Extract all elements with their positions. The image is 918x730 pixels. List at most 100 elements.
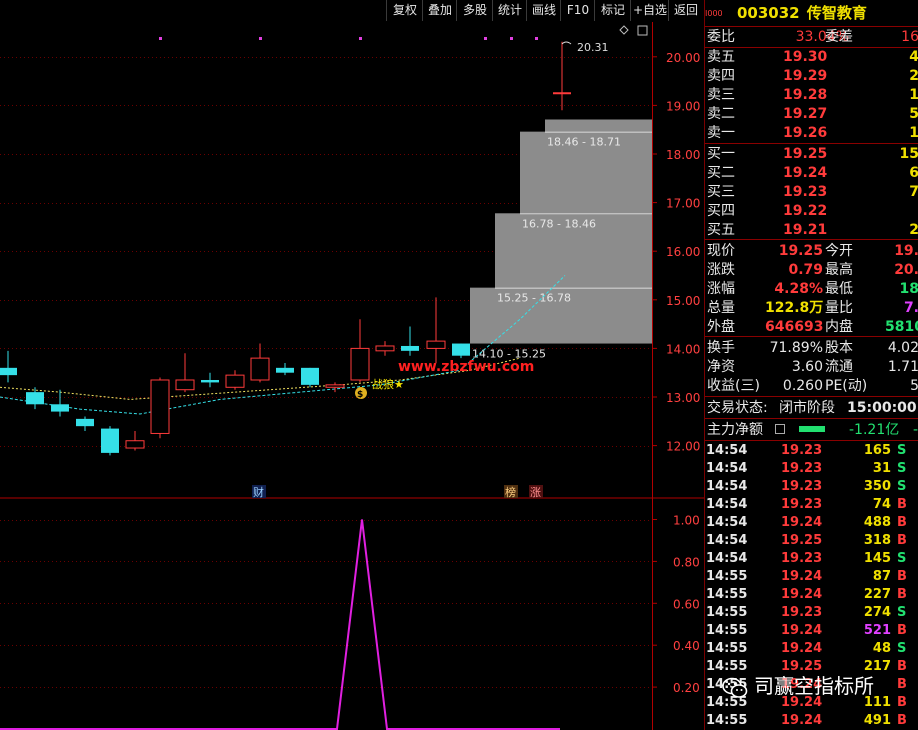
tick-time: 14:54 bbox=[706, 497, 748, 512]
tick-row: 14:55 19.23 274 S bbox=[705, 604, 918, 622]
sell-level-price: 19.29 bbox=[783, 68, 828, 84]
quote-value: 18 bbox=[899, 281, 918, 297]
tick-side: B bbox=[897, 587, 907, 602]
quote-panel: I000 003032 传智教育 委比 33.04% 委差 16 卖五 19.30… bbox=[704, 0, 918, 730]
tick-vol: 488 bbox=[863, 515, 891, 530]
kline-chart[interactable]: 18.46 - 18.71 16.78 - 18.46 15.25 - 16.78 1… bbox=[0, 0, 704, 730]
sell-level-volume: 2 bbox=[885, 67, 918, 85]
tick-price: 19.23 bbox=[781, 443, 823, 458]
tick-side: B bbox=[897, 497, 907, 512]
candle-body bbox=[375, 345, 395, 352]
main-force-dash: - bbox=[913, 422, 918, 438]
high-pointer bbox=[561, 41, 572, 45]
tick-time: 14:54 bbox=[706, 533, 748, 548]
tick-price: 19.24 bbox=[781, 713, 823, 728]
tick-time: 14:54 bbox=[706, 461, 748, 476]
quote-value: 5 bbox=[885, 377, 918, 395]
toolbar-tongji-button[interactable]: 统计 bbox=[492, 0, 527, 21]
price-tick-label: 19.00 bbox=[666, 99, 700, 113]
quote-label: 内盘 bbox=[825, 319, 853, 335]
tick-row: 14:55 19.24 87 B bbox=[705, 568, 918, 586]
tick-price: 19.24 bbox=[781, 641, 823, 656]
quote-label: 收益(三) bbox=[707, 378, 760, 394]
signal-dot bbox=[259, 37, 262, 40]
diamond-icon bbox=[619, 25, 629, 35]
price-tick-label: 12.00 bbox=[666, 440, 700, 454]
chip-zone-label: 18.46 - 18.71 bbox=[547, 136, 621, 149]
candle-body bbox=[301, 367, 319, 385]
buy-level-price: 19.23 bbox=[783, 184, 828, 200]
candle-body bbox=[401, 345, 419, 351]
sell-level-label: 卖四 bbox=[707, 68, 735, 84]
list-icon[interactable] bbox=[775, 424, 785, 434]
tick-row: 14:55 19.24 227 B bbox=[705, 586, 918, 604]
tick-side: B bbox=[897, 533, 907, 548]
tick-side: B bbox=[897, 695, 907, 710]
buy-level-price: 19.24 bbox=[783, 165, 828, 181]
candle-body bbox=[426, 340, 446, 349]
quote-label: 换手 bbox=[707, 340, 735, 356]
sell-level-volume: 1 bbox=[885, 86, 918, 104]
tick-time: 14:54 bbox=[706, 479, 748, 494]
candle-body bbox=[0, 367, 17, 376]
tick-side: S bbox=[897, 551, 907, 566]
quote-label: PE(动) bbox=[825, 378, 868, 394]
toolbar-fanhui-button[interactable]: 返回 bbox=[668, 0, 703, 21]
high-label: 20.31 bbox=[577, 41, 609, 54]
quote-value: 122.8万 bbox=[765, 300, 824, 316]
candle-body bbox=[51, 404, 69, 412]
main-force-label: 主力净额 bbox=[707, 422, 763, 438]
quote-value: 1.71 bbox=[887, 359, 918, 375]
tick-side: B bbox=[897, 713, 907, 728]
quote-value: 19.25 bbox=[778, 243, 823, 259]
toolbar-biaoji-button[interactable]: 标记 bbox=[594, 0, 631, 21]
quote-label: 今开 bbox=[825, 243, 853, 259]
indicator-tick-label: 0.40 bbox=[673, 639, 700, 653]
quote-value: 19. bbox=[894, 243, 918, 259]
price-tick-label: 15.00 bbox=[666, 294, 700, 308]
buy-level-label: 买二 bbox=[707, 165, 735, 181]
tick-row: 14:55 19.24 521 B bbox=[705, 622, 918, 640]
quote-label: 最低 bbox=[825, 281, 853, 297]
quote-value: 4.28% bbox=[774, 281, 823, 297]
candle-body bbox=[276, 367, 294, 373]
diff-value: 16 bbox=[901, 29, 918, 45]
sell-level-label: 卖三 bbox=[707, 87, 735, 103]
tick-time: 14:55 bbox=[706, 569, 748, 584]
toolbar-zixuan-button[interactable]: +自选 bbox=[630, 0, 669, 21]
toolbar-f10-button[interactable]: F10 bbox=[560, 0, 595, 21]
tick-time: 14:55 bbox=[706, 587, 748, 602]
buy-level-volume: 7 bbox=[885, 183, 918, 201]
stock-code: 003032 bbox=[737, 4, 800, 22]
toolbar-diejia-button[interactable]: 叠加 bbox=[422, 0, 457, 21]
signal-dot bbox=[535, 37, 538, 40]
tick-side: B bbox=[897, 623, 907, 638]
candle-body bbox=[250, 357, 270, 381]
tick-price: 19.23 bbox=[781, 461, 823, 476]
toolbar-huaxian-button[interactable]: 画线 bbox=[526, 0, 561, 21]
quote-value: 20. bbox=[894, 262, 918, 278]
candle-body bbox=[76, 418, 94, 427]
tick-time: 14:55 bbox=[706, 605, 748, 620]
buy-level-volume: 15 bbox=[899, 146, 918, 162]
trade-status-value: 闭市阶段 bbox=[779, 400, 835, 416]
quote-label: 最高 bbox=[825, 262, 853, 278]
sell-level-label: 卖二 bbox=[707, 106, 735, 122]
indicator-tick-label: 0.80 bbox=[673, 555, 700, 569]
candle-body bbox=[175, 379, 195, 391]
buy-level-label: 买一 bbox=[707, 146, 735, 162]
buy-level-label: 买三 bbox=[707, 184, 735, 200]
tick-side: S bbox=[897, 641, 907, 656]
watermark: 司赢空指标所 bbox=[722, 670, 874, 710]
sell-level-volume: 4 bbox=[885, 48, 918, 66]
quote-value: 4.02 bbox=[887, 340, 918, 356]
toolbar-duogu-button[interactable]: 多股 bbox=[456, 0, 493, 21]
candle-body bbox=[452, 343, 470, 356]
main-force-bar bbox=[799, 426, 825, 432]
toolbar-fuquan-button[interactable]: 复权 bbox=[386, 0, 423, 21]
tick-vol: 274 bbox=[863, 605, 891, 620]
tick-time: 14:55 bbox=[706, 713, 748, 728]
candle-body bbox=[201, 379, 219, 383]
indicator-tick-label: 0.60 bbox=[673, 597, 700, 611]
tick-price: 19.24 bbox=[781, 569, 823, 584]
